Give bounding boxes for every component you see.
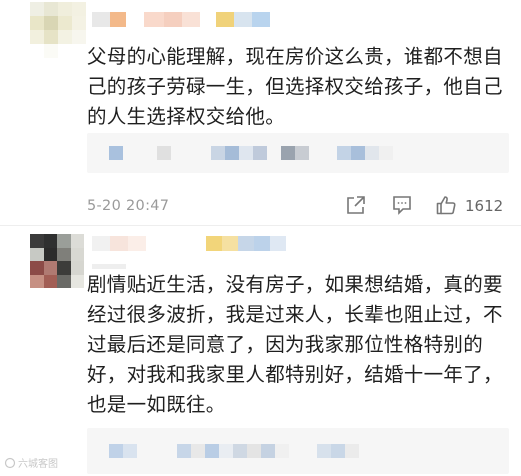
comment-time: 5-20 20:47 <box>87 198 170 214</box>
comment-icon[interactable] <box>391 194 413 216</box>
comment-item: 剧情贴近生活，没有房子，如果想结婚，真的要经过很多波折，我是过来人，长辈也阻止过… <box>0 226 521 476</box>
comment-text: 剧情贴近生活，没有房子，如果想结婚，真的要经过很多波折，我是过来人，长辈也阻止过… <box>87 273 503 416</box>
watermark-logo-icon <box>4 457 16 468</box>
watermark-text: 六城客图 <box>18 459 58 470</box>
username-redacted[interactable] <box>92 12 270 27</box>
watermark: 六城客图 <box>4 455 58 470</box>
comment-meta: 5-20 20:47 1612 <box>87 194 507 218</box>
reply-preview-redacted[interactable] <box>87 428 509 474</box>
username-redacted-line <box>92 264 126 269</box>
comment-item: 父母的心能理解，现在房价这么贵，谁都不想自己的孩子劳碌一生，但选择权交给孩子，他… <box>0 0 521 226</box>
like-count: 1612 <box>465 197 504 215</box>
reply-preview-redacted[interactable] <box>87 133 509 173</box>
thumbs-up-icon[interactable] <box>435 194 457 216</box>
comment-text: 父母的心能理解，现在房价这么贵，谁都不想自己的孩子劳碌一生，但选择权交给孩子，他… <box>87 45 503 128</box>
avatar[interactable] <box>30 2 86 58</box>
reply-mosaic <box>109 444 359 458</box>
username-redacted[interactable] <box>92 236 286 251</box>
avatar[interactable] <box>30 234 84 288</box>
share-icon[interactable] <box>345 194 367 216</box>
reply-mosaic <box>109 146 393 160</box>
